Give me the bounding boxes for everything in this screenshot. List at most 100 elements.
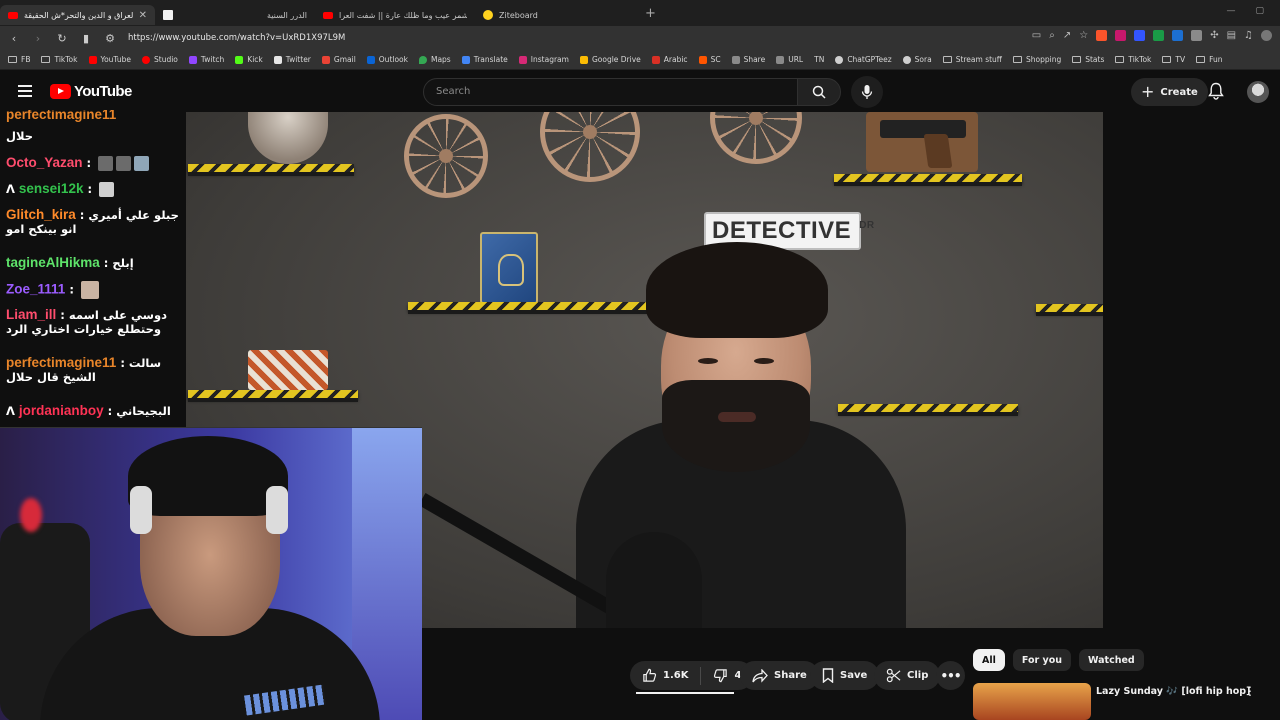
bookmark-item[interactable]: TN bbox=[814, 55, 824, 64]
forward-icon[interactable]: › bbox=[32, 32, 44, 45]
share-button[interactable]: Share bbox=[740, 661, 819, 690]
puzzle-icon[interactable]: ✣ bbox=[1210, 30, 1218, 41]
microphone-icon bbox=[861, 85, 873, 99]
like-count: 1.6K bbox=[663, 670, 689, 681]
wagon-wheel bbox=[404, 114, 488, 198]
bookmark-folder[interactable]: Shopping bbox=[1012, 55, 1061, 64]
browser-tab[interactable]: الدرر السنية bbox=[255, 5, 315, 25]
pistol-display bbox=[866, 112, 978, 172]
bookmark-item[interactable]: Translate bbox=[461, 55, 508, 64]
bookmark-item[interactable]: Twitch bbox=[188, 55, 224, 64]
youtube-favicon-icon bbox=[323, 11, 333, 19]
book-display bbox=[480, 232, 538, 304]
bookmark-item[interactable]: Studio bbox=[142, 55, 178, 64]
bookmark-folder[interactable]: Stream stuff bbox=[942, 55, 1002, 64]
chip-all[interactable]: All bbox=[973, 649, 1005, 671]
reload-icon[interactable]: ↻ bbox=[56, 32, 68, 45]
star-icon[interactable]: ☆ bbox=[1079, 30, 1088, 41]
twitch-icon bbox=[188, 55, 197, 64]
chat-username: perfectimagine11 bbox=[6, 355, 117, 370]
bookmark-item[interactable]: Arabic bbox=[651, 55, 688, 64]
instagram-icon bbox=[518, 55, 527, 64]
bookmark-item[interactable]: Outlook bbox=[366, 55, 408, 64]
extensions-area: ▭ ⌕ ↗ ☆ ✣ ▤ ♫ bbox=[1032, 30, 1272, 41]
more-vertical-icon[interactable]: ⋮ bbox=[1244, 684, 1256, 698]
bookmark-item[interactable]: FB bbox=[8, 55, 30, 64]
chat-username: Octo_Yazan bbox=[6, 155, 83, 170]
bookmark-item[interactable]: Share bbox=[731, 55, 765, 64]
recommended-video-title[interactable]: Lazy Sunday 🎶 [lofi hip hop] bbox=[1096, 686, 1250, 697]
bookmark-folder[interactable]: Fun bbox=[1196, 55, 1223, 64]
youtube-logo[interactable]: YouTube bbox=[50, 83, 132, 100]
create-button[interactable]: + Create bbox=[1131, 78, 1208, 106]
bookmark-item[interactable]: TikTok bbox=[41, 55, 78, 64]
bookmark-item[interactable]: Twitter bbox=[273, 55, 311, 64]
save-label: Save bbox=[840, 670, 868, 681]
webcam-overlay bbox=[0, 427, 422, 720]
chat-username: Liam_ill bbox=[6, 307, 57, 322]
more-actions-button[interactable]: ••• bbox=[936, 661, 965, 690]
profile-icon[interactable] bbox=[1261, 30, 1272, 41]
tab-label: يا شمر عيب وما ظلك عارة || شفت العرا bbox=[339, 10, 467, 20]
bookmark-item[interactable]: Google Drive bbox=[579, 55, 641, 64]
bookmark-folder[interactable]: TikTok bbox=[1115, 55, 1151, 64]
extension-icon[interactable] bbox=[1191, 30, 1203, 41]
chat-badge: ᐱ bbox=[6, 182, 19, 196]
bookmarks-bar: FB TikTok YouTube Studio Twitch Kick Twi… bbox=[0, 50, 1280, 70]
menu-icon[interactable] bbox=[18, 85, 32, 97]
bookmark-icon[interactable]: ▮ bbox=[80, 32, 92, 45]
music-icon[interactable]: ♫ bbox=[1244, 30, 1253, 41]
bookmark-item[interactable]: SC bbox=[698, 55, 721, 64]
shelf bbox=[188, 390, 358, 402]
extension-icon[interactable] bbox=[1172, 30, 1184, 41]
recommended-video-thumbnail[interactable] bbox=[973, 683, 1091, 720]
bookmark-item[interactable]: ChatGPTeez bbox=[835, 55, 892, 64]
bookmark-folder[interactable]: TV bbox=[1162, 55, 1185, 64]
bookmark-folder[interactable]: Stats bbox=[1072, 55, 1104, 64]
bookmark-item[interactable]: URL bbox=[776, 55, 803, 64]
search-button[interactable] bbox=[797, 78, 841, 106]
extension-icon[interactable] bbox=[1134, 30, 1146, 41]
chip-for-you[interactable]: For you bbox=[1012, 649, 1071, 671]
extension-icon[interactable] bbox=[1153, 30, 1165, 41]
brave-shield-icon[interactable] bbox=[1096, 30, 1108, 41]
site-settings-icon[interactable]: ⚙ bbox=[104, 32, 116, 45]
bookmark-item[interactable]: YouTube bbox=[88, 55, 131, 64]
address-bar[interactable]: https://www.youtube.com/watch?v=UxRD1X97… bbox=[128, 33, 428, 43]
chat-username: sensei12k bbox=[18, 181, 84, 196]
browser-tab[interactable]: Ziteboard bbox=[475, 5, 625, 25]
browser-tab[interactable]: يا شمر عيب وما ظلك عارة || شفت العرا bbox=[315, 5, 475, 25]
bookmark-item[interactable]: Instagram bbox=[518, 55, 569, 64]
chat-username: perfectimagine11 bbox=[6, 110, 117, 122]
sidebar-icon[interactable]: ▤ bbox=[1227, 30, 1236, 41]
bookmark-item[interactable]: Sora bbox=[902, 55, 932, 64]
window-controls: — ▢ bbox=[1226, 6, 1264, 16]
voice-search-button[interactable] bbox=[851, 76, 883, 108]
new-tab-icon[interactable]: + bbox=[645, 6, 656, 21]
back-icon[interactable]: ‹ bbox=[8, 32, 20, 45]
folder-icon bbox=[1072, 56, 1082, 63]
close-tab-icon[interactable]: ✕ bbox=[139, 10, 147, 21]
share-icon[interactable]: ↗ bbox=[1063, 30, 1071, 41]
browser-tab[interactable] bbox=[155, 5, 255, 25]
browser-tab-active[interactable]: العراق و الدين والتحر*ش الحقيقة !! ✕ bbox=[0, 5, 155, 25]
save-bookmark-icon bbox=[822, 668, 834, 683]
account-avatar[interactable] bbox=[1247, 81, 1269, 103]
minimize-icon[interactable]: — bbox=[1226, 6, 1235, 16]
like-button[interactable]: 1.6K bbox=[630, 661, 700, 690]
save-button[interactable]: Save bbox=[810, 661, 880, 690]
clip-button[interactable]: Clip bbox=[874, 661, 941, 690]
brave-rewards-icon[interactable] bbox=[1115, 30, 1127, 41]
maximize-icon[interactable]: ▢ bbox=[1255, 6, 1264, 16]
cast-icon[interactable]: ▭ bbox=[1032, 30, 1041, 41]
red-light bbox=[20, 498, 42, 532]
zoom-icon[interactable]: ⌕ bbox=[1049, 30, 1055, 41]
bookmark-item[interactable]: Maps bbox=[418, 55, 451, 64]
chip-watched[interactable]: Watched bbox=[1078, 649, 1144, 671]
notifications-button[interactable] bbox=[1208, 82, 1224, 104]
bookmark-item[interactable]: Kick bbox=[235, 55, 263, 64]
bookmark-item[interactable]: Gmail bbox=[321, 55, 356, 64]
search-input[interactable]: Search bbox=[423, 78, 798, 106]
youtube-icon bbox=[88, 55, 97, 64]
chat-username: jordanianboy bbox=[18, 403, 104, 418]
